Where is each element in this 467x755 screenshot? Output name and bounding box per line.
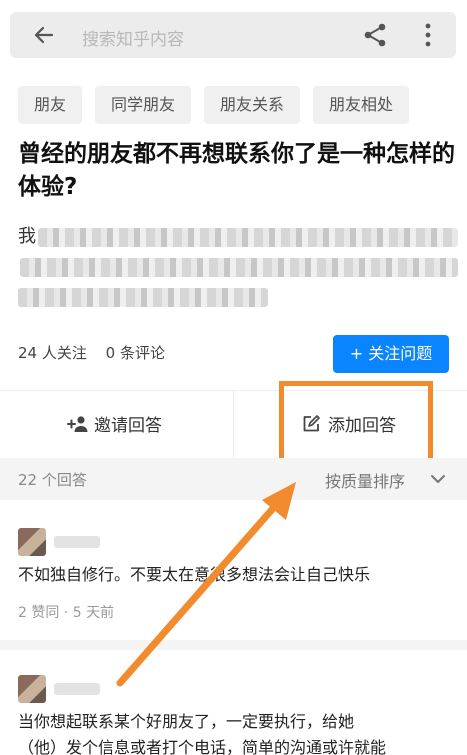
orange-arrow-annotation bbox=[116, 482, 296, 687]
